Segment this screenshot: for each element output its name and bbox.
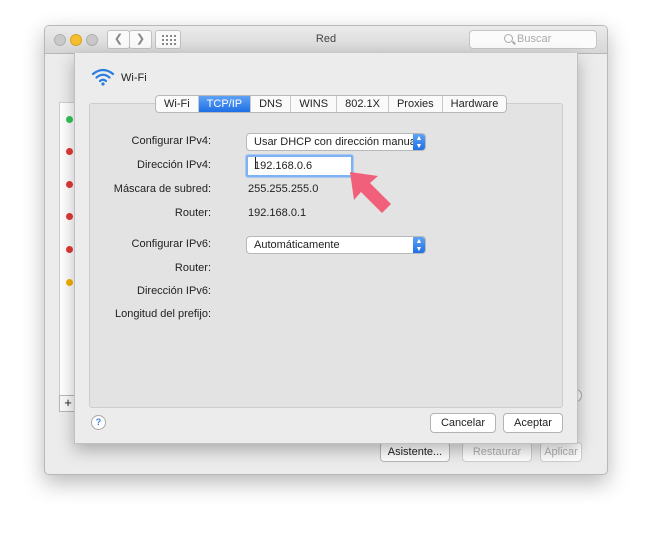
tab-wifi[interactable]: Wi-Fi: [156, 96, 199, 112]
service-status-dot: [66, 279, 73, 286]
text-caret: [255, 157, 256, 169]
prefix-length-label: Longitud del prefijo:: [114, 308, 211, 320]
subnet-mask-value: 255.255.255.0: [248, 183, 319, 195]
service-status-dot: [66, 148, 73, 155]
tab-8021x[interactable]: 802.1X: [337, 96, 389, 112]
ipv4-address-label: Dirección IPv4:: [137, 159, 211, 171]
router-value: 192.168.0.1: [248, 207, 307, 219]
accept-button[interactable]: Aceptar: [503, 413, 563, 433]
service-status-dot: [66, 116, 73, 123]
apply-button[interactable]: Aplicar: [540, 442, 582, 462]
ipv4-address-value: 192.168.0.6: [254, 160, 313, 172]
configure-ipv4-popup[interactable]: Usar DHCP con dirección manual ▲ ▼: [246, 133, 426, 151]
tab-hardware[interactable]: Hardware: [443, 96, 507, 112]
service-status-dot: [66, 213, 73, 220]
pointer-arrow-icon: [350, 172, 391, 213]
subnet-mask-label: Máscara de subred:: [113, 183, 211, 195]
ipv4-address-input[interactable]: 192.168.0.6: [246, 155, 353, 177]
popup-arrows-icon: ▲ ▼: [413, 237, 425, 253]
tab-dns[interactable]: DNS: [251, 96, 292, 112]
search-icon: [504, 34, 513, 43]
tab-bar: Wi-Fi TCP/IP DNS WINS 802.1X Proxies Har…: [155, 95, 508, 113]
cancel-button[interactable]: Cancelar: [430, 413, 496, 433]
sheet-title: Wi-Fi: [121, 72, 147, 84]
restore-button[interactable]: Restaurar: [462, 442, 532, 462]
service-status-dot: [66, 246, 73, 253]
tab-wins[interactable]: WINS: [291, 96, 338, 112]
service-status-dot: [66, 181, 73, 188]
search-field[interactable]: Buscar: [469, 30, 597, 49]
popup-arrows-icon: ▲ ▼: [413, 134, 425, 150]
configure-ipv6-value: Automáticamente: [254, 239, 340, 251]
tab-proxies[interactable]: Proxies: [389, 96, 443, 112]
configure-ipv6-label: Configurar IPv6:: [131, 238, 211, 250]
configure-ipv4-label: Configurar IPv4:: [131, 135, 211, 147]
tcpip-panel: Configurar IPv4: Usar DHCP con dirección…: [89, 103, 563, 408]
ipv6-address-label: Dirección IPv6:: [137, 285, 211, 297]
wifi-icon: [91, 68, 115, 86]
router-label: Router:: [174, 207, 211, 219]
search-placeholder: Buscar: [517, 33, 552, 45]
assistant-button[interactable]: Asistente...: [380, 442, 450, 462]
tab-tcpip[interactable]: TCP/IP: [198, 96, 252, 112]
configure-ipv4-value: Usar DHCP con dirección manual: [254, 136, 419, 148]
title-bar: ❮ ❯ Red Buscar: [45, 26, 607, 54]
router-ipv6-label: Router:: [174, 262, 211, 274]
wifi-settings-sheet: Wi-Fi Wi-Fi TCP/IP DNS WINS 802.1X Proxi…: [74, 53, 578, 444]
help-button[interactable]: ?: [91, 415, 106, 430]
configure-ipv6-popup[interactable]: Automáticamente ▲ ▼: [246, 236, 426, 254]
